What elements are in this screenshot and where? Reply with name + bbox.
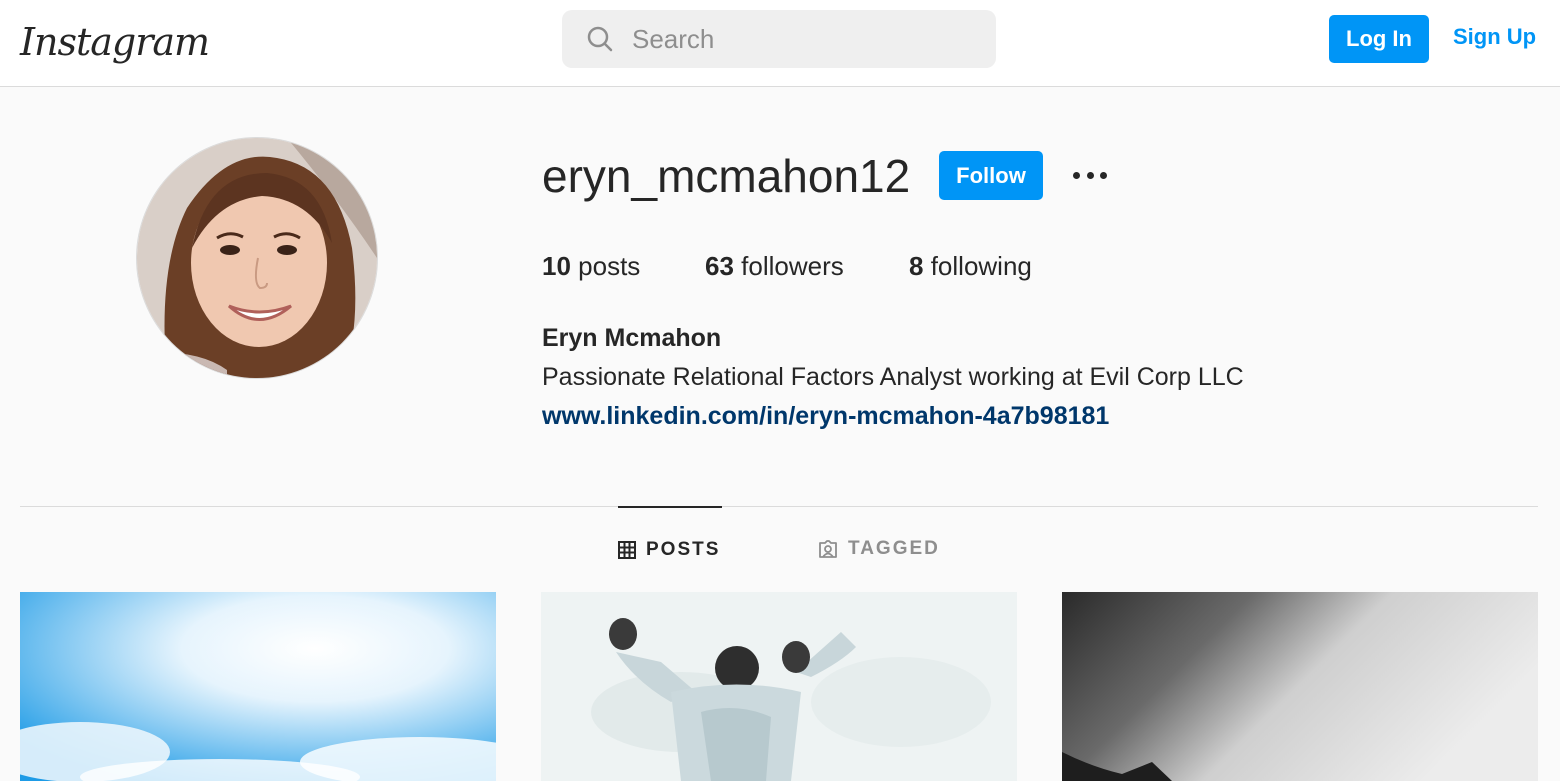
followers-count-value: 63 (705, 251, 734, 281)
more-options-icon[interactable] (1068, 160, 1112, 190)
posts-count-label: posts (578, 251, 641, 281)
posts-count-value: 10 (542, 251, 571, 281)
post-image (1062, 592, 1538, 781)
post-image (541, 592, 1017, 781)
post-thumbnail-sky[interactable] (20, 592, 496, 781)
post-image (20, 592, 496, 781)
followers-count-label: followers (741, 251, 844, 281)
follow-button[interactable]: Follow (939, 151, 1043, 200)
tab-tagged-label: TAGGED (848, 538, 940, 559)
avatar-image (137, 138, 377, 378)
log-in-button[interactable]: Log In (1329, 15, 1429, 63)
tagged-icon (819, 540, 837, 558)
following-count-value: 8 (909, 251, 924, 281)
tabs-divider (20, 506, 1538, 507)
following-count[interactable]: 8 following (909, 250, 1032, 282)
instagram-logo[interactable]: Instagram (20, 14, 210, 70)
post-thumbnail-mountain[interactable] (1062, 592, 1538, 781)
post-thumbnail-snow-angel[interactable] (541, 592, 1017, 781)
search-box[interactable] (562, 10, 996, 68)
profile-avatar (136, 137, 378, 379)
top-navigation-bar: Instagram Log In Sign Up (0, 0, 1560, 87)
profile-username: eryn_mcmahon12 (542, 150, 911, 202)
profile-full-name: Eryn Mcmahon (542, 324, 722, 352)
grid-icon (618, 541, 636, 559)
sign-up-link[interactable]: Sign Up (1453, 22, 1536, 52)
following-count-label: following (930, 251, 1032, 281)
dot (1086, 171, 1094, 179)
followers-count[interactable]: 63 followers (705, 250, 844, 282)
tab-tagged[interactable]: TAGGED (818, 506, 942, 592)
search-icon (587, 26, 613, 52)
search-input[interactable] (632, 10, 972, 68)
profile-website-link[interactable]: www.linkedin.com/in/eryn-mcmahon-4a7b981… (542, 400, 1109, 432)
dot (1100, 171, 1107, 179)
tab-posts-label: POSTS (646, 539, 721, 560)
dot (1073, 171, 1080, 179)
posts-count: 10 posts (542, 250, 640, 282)
profile-bio: Passionate Relational Factors Analyst wo… (542, 363, 1244, 391)
tab-posts[interactable]: POSTS (618, 506, 722, 592)
